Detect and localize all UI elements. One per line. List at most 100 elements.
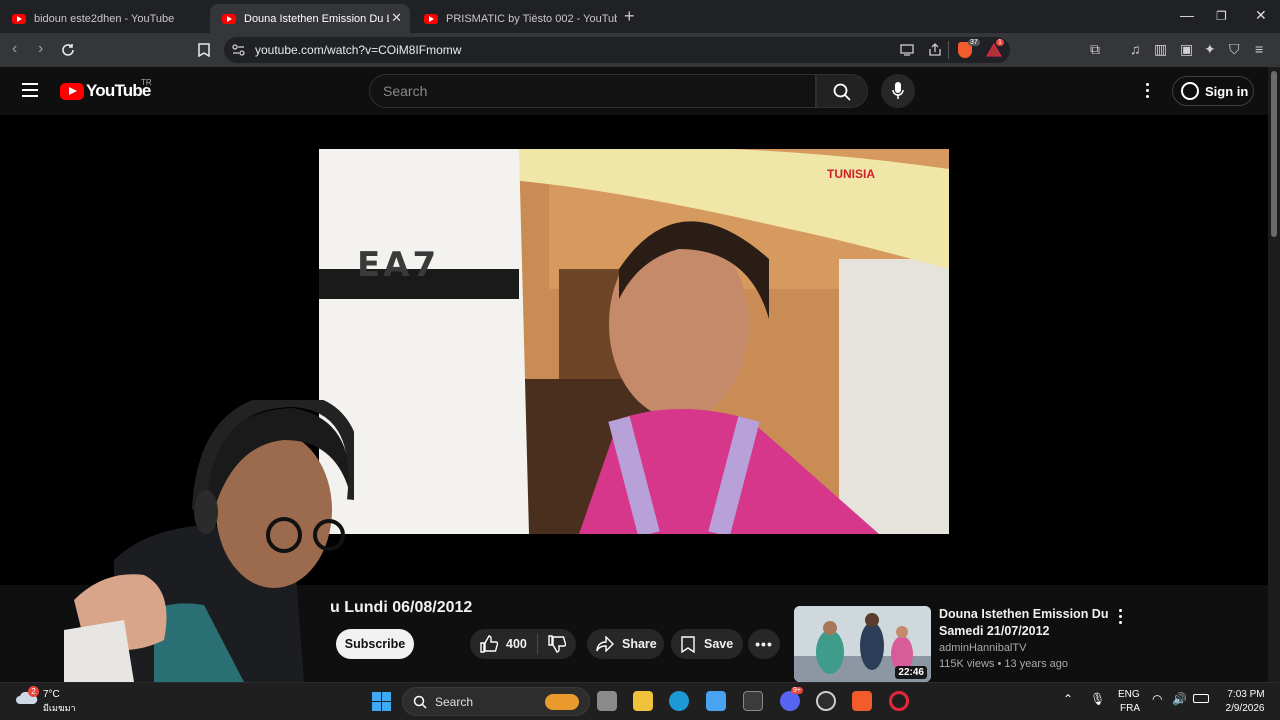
settings-more-icon[interactable] [1146, 83, 1150, 99]
guide-menu-icon[interactable] [22, 83, 38, 97]
shields-count-badge: 37 [968, 39, 980, 46]
search-icon [833, 83, 851, 101]
tab-bidoun[interactable]: bidoun este2dhen - YouTube [0, 4, 208, 33]
wifi-icon[interactable]: ◠ [1152, 693, 1162, 706]
bookmark-icon[interactable] [198, 43, 210, 57]
rewards-count-badge: 1 [996, 39, 1004, 46]
weather-temperature[interactable]: 7°C [43, 688, 60, 701]
unity-hub-icon[interactable] [743, 691, 763, 711]
battery-icon[interactable] [1193, 694, 1209, 703]
country-code: TR [141, 78, 152, 87]
scrollbar-thumb[interactable] [1271, 71, 1277, 237]
cast-icon[interactable] [900, 44, 914, 56]
video-scene [319, 149, 949, 534]
new-tab-plus-icon[interactable]: + [624, 6, 635, 27]
reader-mode-icon[interactable]: ⧉ [1090, 41, 1100, 58]
microphone-tray-icon[interactable]: 🎙 [1090, 693, 1105, 706]
page-scrollbar[interactable] [1268, 67, 1280, 682]
recommendation-more-icon[interactable] [1119, 609, 1123, 627]
windows-start-icon[interactable] [372, 692, 391, 711]
weather-alert-badge: 2 [28, 686, 39, 697]
vpn-shield-icon[interactable]: ⛉ [1229, 41, 1240, 58]
browser-toolbar: ‹ › youtube.com/watch?v=COiM8IFmomw 37 1 [0, 33, 1280, 67]
forward-arrow-icon[interactable]: › [38, 40, 43, 58]
volume-icon[interactable]: 🔊 [1172, 693, 1187, 706]
tab-label: PRISMATIC by Tiësto 002 - YouTube [446, 12, 617, 25]
close-window-icon[interactable]: ✕ [1255, 7, 1267, 24]
microsoft-store-icon[interactable] [706, 691, 726, 711]
search-highlight-icon [545, 693, 579, 710]
search-box[interactable] [369, 74, 816, 108]
toolbar-divider [948, 41, 949, 59]
wallet-icon[interactable]: ▣ [1180, 41, 1193, 58]
like-divider [536, 634, 538, 654]
shirt-print: EA7 [357, 245, 440, 285]
youtube-favicon-icon [222, 13, 236, 24]
task-view-icon[interactable] [597, 691, 617, 711]
tab-label: bidoun este2dhen - YouTube [34, 12, 175, 25]
account-circle-icon [1181, 82, 1199, 100]
restore-icon[interactable]: ❐ [1216, 9, 1227, 23]
weather-description[interactable]: มีเมฆมา [43, 702, 76, 715]
more-actions-button[interactable]: ••• [748, 629, 780, 659]
brave-browser-icon[interactable] [852, 691, 872, 711]
taskbar-search-box[interactable]: Search [402, 687, 590, 716]
sidebar-toggle-icon[interactable]: ▥ [1154, 41, 1167, 58]
sign-in-label: Sign in [1205, 83, 1249, 99]
menu-hamburger-icon[interactable]: ≡ [1255, 41, 1263, 57]
show-hidden-icons-chevron-icon[interactable]: ⌃ [1063, 693, 1073, 706]
minimize-icon[interactable]: — [1180, 7, 1194, 23]
video-frame[interactable]: EA7 TUNISIA [319, 149, 949, 534]
browser-tab-strip: bidoun este2dhen - YouTube Douna Istethe… [0, 0, 1280, 33]
taskbar-search-icon [413, 695, 427, 709]
thumbs-down-icon[interactable] [548, 635, 566, 653]
language-top[interactable]: ENG [1118, 688, 1140, 701]
tab-douna-istethen[interactable]: Douna Istethen Emission Du Lundi ✕ [210, 4, 410, 33]
sign-in-button[interactable]: Sign in [1172, 76, 1254, 106]
address-bar[interactable]: youtube.com/watch?v=COiM8IFmomw 37 1 [224, 37, 1010, 63]
edge-browser-icon[interactable] [669, 691, 689, 711]
recommendation-channel[interactable]: adminHannibalTV [939, 642, 1026, 654]
url-text: youtube.com/watch?v=COiM8IFmomw [255, 43, 462, 57]
tab-label: Douna Istethen Emission Du Lundi [244, 12, 389, 25]
thumbs-up-icon[interactable] [480, 635, 498, 653]
taskbar-search-label: Search [435, 694, 474, 709]
youtube-logo-icon[interactable] [60, 83, 84, 100]
discord-badge: 9+ [791, 687, 803, 694]
microphone-icon [892, 82, 904, 99]
obs-icon[interactable] [816, 691, 836, 711]
search-button[interactable] [816, 74, 868, 108]
youtube-favicon-icon [424, 13, 438, 24]
search-input[interactable] [370, 75, 815, 107]
back-arrow-icon[interactable]: ‹ [12, 40, 17, 58]
save-playlist-icon [681, 635, 695, 653]
site-settings-icon[interactable] [232, 44, 245, 56]
file-explorer-icon[interactable] [633, 691, 653, 711]
share-arrow-icon [596, 636, 614, 652]
discord-icon[interactable] [780, 691, 800, 711]
share-page-icon[interactable] [928, 43, 942, 57]
windows-taskbar: 2 7°C มีเมฆมา Search 9+ ⌃ 🎙 ENG FRA ◠ 🔊 … [0, 682, 1280, 720]
recommendation-meta: 115K views • 13 years ago [939, 658, 1068, 670]
recommendation-thumbnail[interactable]: 22:46 [794, 606, 931, 682]
more-dots-icon: ••• [755, 636, 773, 652]
voice-search-button[interactable] [881, 74, 915, 108]
like-dislike-group: 400 [470, 629, 576, 659]
save-button[interactable]: Save [671, 629, 743, 659]
opera-gx-icon[interactable] [889, 691, 909, 711]
clock-time[interactable]: 7:03 PM [1224, 688, 1268, 701]
media-music-icon[interactable]: ♫ [1130, 41, 1141, 57]
close-tab-icon[interactable]: ✕ [391, 10, 402, 26]
streamer-webcam [64, 400, 354, 682]
share-button[interactable]: Share [587, 629, 664, 659]
language-bottom[interactable]: FRA [1120, 702, 1140, 715]
youtube-favicon-icon [12, 13, 26, 24]
reload-icon[interactable] [60, 42, 76, 58]
channel-watermark: TUNISIA [827, 167, 875, 181]
recommendation-title[interactable]: Douna Istethen Emission Du Samedi 21/07/… [939, 606, 1109, 640]
webcam-overlay [64, 400, 354, 682]
tab-prismatic[interactable]: PRISMATIC by Tiësto 002 - YouTube [412, 4, 617, 33]
clock-date[interactable]: 2/9/2026 [1222, 702, 1268, 715]
like-count[interactable]: 400 [506, 637, 527, 651]
leo-ai-icon[interactable]: ✦ [1204, 41, 1216, 58]
